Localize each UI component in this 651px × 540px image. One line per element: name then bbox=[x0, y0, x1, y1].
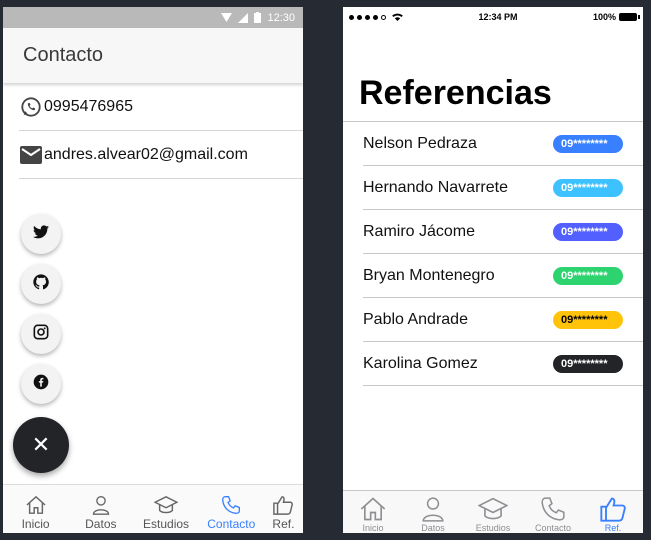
reference-item[interactable]: Ramiro Jácome 09******** bbox=[363, 210, 643, 254]
tab-ref[interactable]: Ref. bbox=[264, 485, 303, 533]
tab-datos[interactable]: Datos bbox=[403, 491, 463, 533]
tab-label: Datos bbox=[421, 523, 445, 533]
tab-estudios[interactable]: Estudios bbox=[463, 491, 523, 533]
reference-name: Nelson Pedraza bbox=[363, 134, 477, 152]
email-address: andres.alvear02@gmail.com bbox=[44, 145, 248, 163]
phone-badge: 09******** bbox=[553, 178, 623, 197]
status-bar: 12:30 bbox=[3, 7, 303, 28]
reference-item[interactable]: Nelson Pedraza 09******** bbox=[363, 122, 643, 166]
email-icon bbox=[19, 143, 43, 167]
reference-item[interactable]: Bryan Montenegro 09******** bbox=[363, 254, 643, 298]
reference-item[interactable]: Pablo Andrade 09******** bbox=[363, 298, 643, 342]
status-time: 12:34 PM bbox=[478, 12, 518, 22]
facebook-button[interactable] bbox=[21, 364, 61, 404]
android-phone: 12:30 Contacto 0995476965 andres.alvear0… bbox=[3, 7, 303, 533]
tab-label: Datos bbox=[85, 517, 117, 531]
contact-item-phone[interactable]: 0995476965 bbox=[19, 83, 303, 131]
header: Referencias bbox=[343, 27, 643, 122]
tab-ref[interactable]: Ref. bbox=[583, 491, 643, 533]
instagram-button[interactable] bbox=[21, 314, 61, 354]
thumbs-up-icon bbox=[273, 496, 294, 515]
thumbs-up-icon bbox=[600, 497, 626, 522]
page-title: Contacto bbox=[23, 44, 104, 66]
phone-number: 0995476965 bbox=[44, 97, 133, 115]
call-icon bbox=[541, 497, 565, 521]
twitter-icon bbox=[33, 224, 49, 244]
toolbar: Contacto bbox=[3, 28, 303, 83]
tab-contacto[interactable]: Contacto bbox=[199, 485, 264, 533]
phone-badge: 09******** bbox=[553, 266, 623, 285]
signal-dot-icon bbox=[373, 14, 378, 20]
status-bar: 12:34 PM 100% bbox=[343, 7, 643, 27]
contact-item-email[interactable]: andres.alvear02@gmail.com bbox=[19, 131, 303, 179]
person-icon bbox=[92, 496, 109, 515]
battery-icon bbox=[619, 13, 640, 21]
battery-icon bbox=[254, 12, 262, 23]
instagram-icon bbox=[33, 324, 49, 345]
facebook-icon bbox=[33, 374, 49, 395]
reference-item[interactable]: Karolina Gomez 09******** bbox=[363, 342, 643, 386]
phone-badge: 09******** bbox=[553, 222, 623, 241]
github-button[interactable] bbox=[21, 264, 61, 304]
tab-inicio[interactable]: Inicio bbox=[343, 491, 403, 533]
tab-label: Ref. bbox=[604, 523, 622, 533]
tab-label: Inicio bbox=[21, 517, 50, 531]
signal-dot-icon bbox=[381, 14, 386, 20]
page-title: Referencias bbox=[359, 74, 552, 112]
ios-phone: 12:34 PM 100% Referencias Nelson Pedraza… bbox=[343, 7, 643, 533]
signal-indicator bbox=[349, 13, 403, 21]
github-icon bbox=[33, 273, 49, 295]
tab-label: Contacto bbox=[534, 523, 572, 533]
wifi-icon bbox=[221, 13, 233, 22]
school-icon bbox=[478, 497, 508, 520]
tab-label: Contacto bbox=[207, 517, 256, 531]
twitter-button[interactable] bbox=[21, 214, 61, 254]
reference-name: Ramiro Jácome bbox=[363, 222, 476, 240]
signal-dot-icon bbox=[357, 14, 362, 20]
phone-badge: 09******** bbox=[553, 134, 623, 153]
tab-contacto[interactable]: Contacto bbox=[523, 491, 583, 533]
wifi-icon bbox=[392, 13, 403, 21]
tab-label: Estudios bbox=[475, 523, 511, 533]
reference-item[interactable]: Hernando Navarrete 09******** bbox=[363, 166, 643, 210]
home-icon bbox=[360, 497, 386, 521]
tab-label: Estudios bbox=[143, 517, 190, 531]
signal-icon bbox=[238, 12, 249, 23]
reference-name: Bryan Montenegro bbox=[363, 266, 495, 284]
person-icon bbox=[422, 497, 444, 522]
signal-dot-icon bbox=[365, 14, 370, 20]
reference-name: Hernando Navarrete bbox=[363, 178, 508, 196]
phone-badge: 09******** bbox=[553, 354, 623, 373]
whatsapp-icon bbox=[19, 95, 43, 119]
tab-estudios[interactable]: Estudios bbox=[133, 485, 198, 533]
tab-label: Inicio bbox=[362, 523, 384, 533]
call-icon bbox=[222, 496, 241, 515]
tab-inicio[interactable]: Inicio bbox=[3, 485, 68, 533]
reference-name: Pablo Andrade bbox=[363, 310, 468, 328]
tab-bar: Inicio Datos Estudios Contacto Ref. bbox=[343, 490, 643, 533]
close-icon: ✕ bbox=[31, 432, 51, 457]
battery-percent: 100% bbox=[592, 12, 616, 22]
phone-badge: 09******** bbox=[553, 310, 623, 329]
reference-name: Karolina Gomez bbox=[363, 354, 478, 372]
home-icon bbox=[26, 495, 46, 514]
signal-dot-icon bbox=[349, 14, 354, 20]
school-icon bbox=[154, 496, 179, 514]
tab-datos[interactable]: Datos bbox=[68, 485, 133, 533]
fab-close-button[interactable]: ✕ bbox=[13, 417, 69, 473]
status-time: 12:30 bbox=[267, 11, 295, 24]
tab-label: Ref. bbox=[272, 517, 295, 531]
tab-bar: Inicio Datos Estudios Contacto Ref. bbox=[3, 484, 303, 533]
